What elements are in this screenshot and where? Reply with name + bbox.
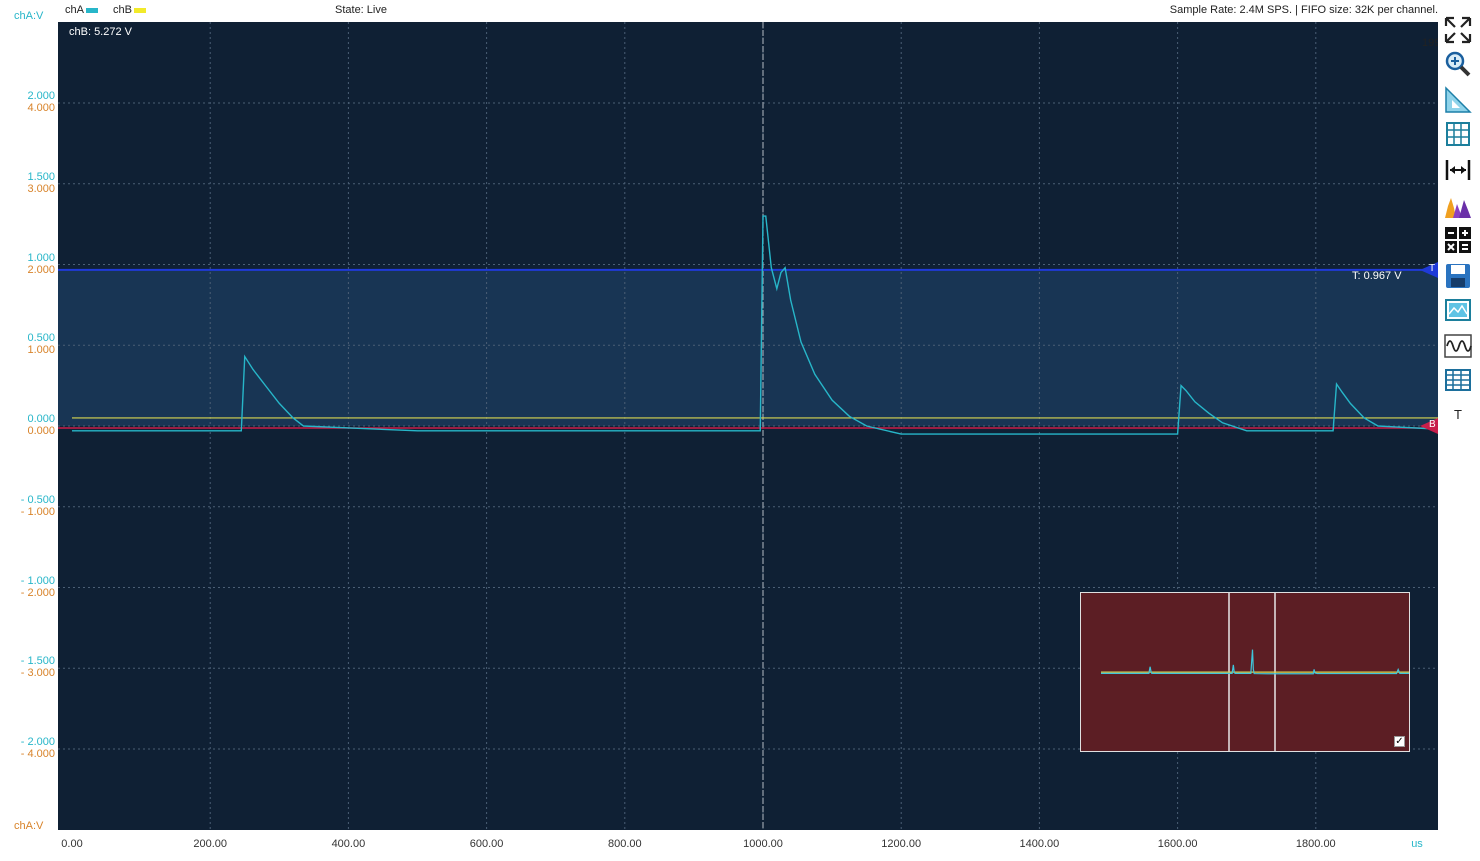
x-tick-label: 0.00 — [61, 838, 83, 850]
y-tick-cha: - 2.000 — [20, 736, 55, 748]
trigger-level-readout: T: 0.967 V — [1352, 270, 1402, 282]
measure-width-icon[interactable] — [1442, 154, 1474, 186]
legend-chb-label: chB — [113, 4, 132, 16]
x-axis: 0.00 200.00 400.00 600.00 800.00 1000.00 1200.… — [58, 830, 1438, 861]
x-tick-label: 800.00 — [607, 838, 642, 850]
x-tick-label: 1600.00 — [1157, 838, 1198, 850]
x-tick-label: 1200.00 — [881, 838, 922, 850]
status-bar: chA chB State: Live Sample Rate: 2.4M SP… — [58, 0, 1438, 22]
y-tick-chb: - 3.000 — [20, 667, 55, 680]
baseline-handle[interactable]: B — [1420, 418, 1438, 434]
x-tick-label: 1400.00 — [1019, 838, 1060, 850]
y-tick-chb: 0.000 — [27, 425, 55, 437]
trigger-marker-label: T — [1429, 263, 1436, 274]
y-tick-cha: - 0.500 — [20, 493, 55, 506]
y-unit-top: chA:V — [14, 10, 44, 22]
fullscreen-icon[interactable] — [1442, 14, 1474, 46]
zoom-icon[interactable] — [1442, 48, 1474, 80]
legend-cha-label: chA — [65, 4, 84, 16]
text-icon[interactable]: T — [1442, 398, 1474, 430]
snapshot-icon[interactable] — [1442, 294, 1474, 326]
overview-toggle-checkbox[interactable]: ✓ — [1394, 736, 1405, 747]
y-tick-chb: - 4.000 — [20, 748, 55, 760]
overview-minimap[interactable]: ✓ — [1080, 592, 1410, 752]
y-tick-cha: - 1.500 — [20, 655, 55, 668]
waveform-icon[interactable] — [1442, 330, 1474, 362]
y-tick-cha: 0.500 — [27, 332, 55, 345]
y-tick-chb: 4.000 — [27, 102, 55, 114]
trigger-level-handle[interactable]: T — [1420, 262, 1438, 278]
legend-cha-swatch — [85, 7, 98, 13]
legend-chb-swatch — [133, 7, 146, 13]
sample-rate-info: Sample Rate: 2.4M SPS. | FIFO size: 32K … — [1169, 4, 1438, 16]
chb-voltage-readout: chB: 5.272 V — [69, 26, 132, 38]
y-tick-chb: 1.000 — [27, 344, 55, 357]
y-tick-cha: 1.000 — [27, 251, 55, 264]
overview-cha-line — [1101, 649, 1409, 675]
x-tick-label: 200.00 — [193, 838, 228, 850]
trigger-band — [58, 269, 1438, 426]
y-axis: chA:V chA:V 2.000 4.000 1.500 3.000 1.000 2.0… — [0, 0, 58, 861]
y-tick-cha: 2.000 — [27, 90, 55, 102]
y-tick-chb: - 2.000 — [20, 586, 55, 599]
y-tick-chb: 2.000 — [27, 263, 55, 276]
spectrum-icon[interactable] — [1442, 190, 1474, 222]
x-unit-label: us — [1411, 838, 1423, 850]
save-icon[interactable] — [1442, 260, 1474, 292]
grid-icon[interactable] — [1442, 118, 1474, 150]
y-tick-cha: - 1.000 — [20, 574, 55, 587]
table-icon[interactable] — [1442, 364, 1474, 396]
state-label: State: Live — [335, 4, 387, 16]
baseline-marker-label: B — [1429, 419, 1436, 430]
y-tick-chb: 3.000 — [27, 182, 55, 195]
clipped-counter: 199 — [1422, 37, 1438, 49]
y-tick-cha: 1.500 — [27, 170, 55, 183]
x-tick-label: 1000.00 — [743, 838, 783, 850]
x-tick-label: 1800.00 — [1295, 838, 1336, 850]
x-tick-label: 600.00 — [469, 838, 504, 850]
y-unit-bottom: chA:V — [14, 820, 44, 832]
y-tick-cha: 0.000 — [27, 413, 55, 425]
math-icon[interactable] — [1442, 224, 1474, 256]
tool-sidebar: T — [1438, 0, 1480, 861]
legend-cha[interactable]: chA — [65, 4, 98, 16]
ruler-icon[interactable] — [1442, 84, 1474, 116]
y-tick-chb: - 1.000 — [20, 505, 55, 518]
overview-canvas[interactable] — [1081, 593, 1409, 751]
legend-chb[interactable]: chB — [113, 4, 146, 16]
x-tick-label: 400.00 — [331, 838, 366, 850]
